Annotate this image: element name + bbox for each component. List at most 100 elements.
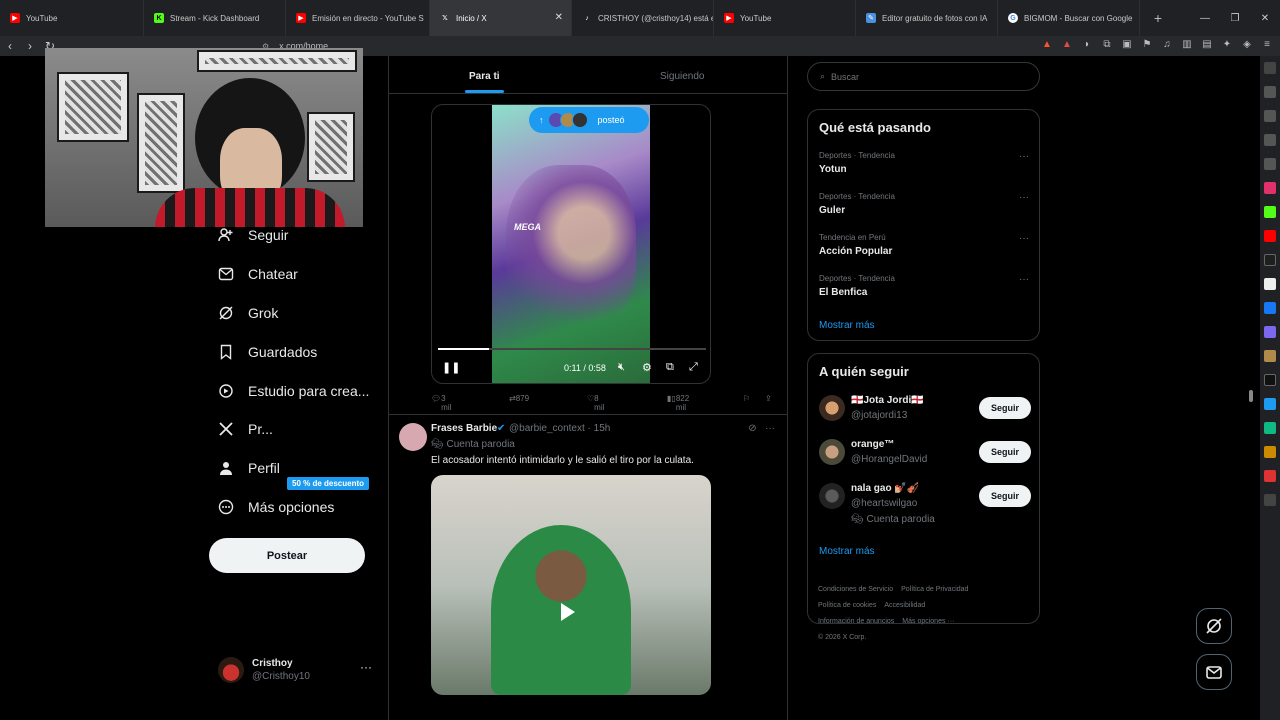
- footer-link[interactable]: Información de anuncios: [818, 618, 894, 625]
- minimize-icon[interactable]: —: [1190, 13, 1220, 24]
- like-button[interactable]: ♡ 8 mil: [587, 394, 604, 412]
- trend-item[interactable]: Tendencia en Perú Acción Popular ···: [819, 233, 1031, 267]
- grok-icon[interactable]: ⊘: [748, 423, 756, 434]
- footer-link[interactable]: Política de cookies: [818, 602, 876, 609]
- nav-item-chatear[interactable]: Chatear: [218, 260, 298, 288]
- sidebar-app-icon[interactable]: [1264, 398, 1276, 410]
- sidebar-app-icon[interactable]: [1264, 446, 1276, 458]
- tweet-menu[interactable]: ⊘ ···: [748, 423, 775, 434]
- tab-siguiendo[interactable]: Siguiendo: [660, 71, 704, 82]
- avatar[interactable]: [399, 423, 427, 451]
- more-dots-icon[interactable]: ···: [1019, 274, 1029, 285]
- instagram-icon[interactable]: [1264, 182, 1276, 194]
- sidebar-app-icon[interactable]: [1264, 134, 1276, 146]
- extensions-icon[interactable]: ⧉: [1100, 38, 1114, 52]
- messages-fab[interactable]: [1196, 654, 1232, 690]
- tab-kick[interactable]: K Stream - Kick Dashboard: [144, 0, 286, 36]
- sidebar-app-icon[interactable]: [1264, 422, 1276, 434]
- sidebar-app-icon[interactable]: [1264, 470, 1276, 482]
- sidebar-app-icon[interactable]: [1264, 86, 1276, 98]
- tab-google-search[interactable]: G BIGMOM - Buscar con Google: [998, 0, 1140, 36]
- follow-suggestion[interactable]: 🏴󠁧󠁢󠁥󠁮󠁧󠁿Jota Jordi🏴󠁧󠁢󠁥󠁮󠁧󠁿 @jotajordi13 Se…: [819, 395, 1031, 435]
- reply-button[interactable]: 💬︎ 3 mil: [431, 394, 451, 412]
- new-tab-button[interactable]: +: [1146, 10, 1170, 26]
- show-more-follows[interactable]: Mostrar más: [819, 546, 875, 557]
- tweet-author-name[interactable]: Frases Barbie: [431, 423, 497, 434]
- reposted-pill[interactable]: ↑ posteó: [529, 107, 649, 133]
- tab-youtube-live[interactable]: ▶ Emisión en directo - YouTube S: [286, 0, 430, 36]
- more-dots-icon[interactable]: ···: [765, 423, 775, 434]
- tab-x-home[interactable]: 𝕏 Inicio / X ✕: [430, 0, 572, 36]
- tab-tiktok[interactable]: ♪ CRISTHOY (@cristhoy14) está e: [572, 0, 714, 36]
- nav-item-estudio[interactable]: Estudio para crea...: [218, 377, 369, 405]
- trend-item[interactable]: Deportes · Tendencia El Benfica ···: [819, 274, 1031, 308]
- facebook-icon[interactable]: [1264, 302, 1276, 314]
- post-button[interactable]: Postear: [209, 538, 365, 573]
- nav-item-premium[interactable]: Pr...: [218, 415, 273, 443]
- more-dots-icon[interactable]: ···: [360, 660, 372, 674]
- rewards-icon[interactable]: ▲: [1060, 38, 1074, 52]
- screenshot-icon[interactable]: ▣: [1120, 38, 1134, 52]
- tweet[interactable]: Frases Barbie ✔ @barbie_context · 15h ⊘ …: [389, 414, 787, 695]
- search-input[interactable]: [831, 71, 1012, 82]
- follow-button[interactable]: Seguir: [979, 485, 1031, 507]
- more-dots-icon[interactable]: ···: [1019, 233, 1029, 244]
- show-more-trends[interactable]: Mostrar más: [819, 320, 875, 331]
- url-field[interactable]: ⚙ x.com/home: [262, 39, 982, 53]
- video-player[interactable]: MEGA ↑ posteó ❚❚ 0:11 / 0:58 🔇︎ ⚙ ⧉ ⤢: [431, 104, 711, 384]
- grok-fab[interactable]: [1196, 608, 1232, 644]
- youtube-icon[interactable]: [1264, 230, 1276, 242]
- scrollbar-thumb[interactable]: [1249, 390, 1253, 402]
- menu-icon[interactable]: ≡: [1260, 38, 1274, 52]
- bookmarks-icon[interactable]: ⚑: [1140, 38, 1154, 52]
- settings-icon[interactable]: ⚙: [642, 361, 652, 374]
- speedreader-icon[interactable]: ◗: [1080, 38, 1094, 52]
- sidebar-app-icon[interactable]: [1264, 494, 1276, 506]
- m-app-icon[interactable]: [1264, 254, 1276, 266]
- footer-link[interactable]: Condiciones de Servicio: [818, 586, 893, 593]
- views-button[interactable]: ▮▯ 822 mil: [667, 394, 689, 412]
- fullscreen-icon[interactable]: ⤢: [689, 361, 698, 374]
- music-icon[interactable]: ♫: [1160, 38, 1174, 52]
- follow-button[interactable]: Seguir: [979, 397, 1031, 419]
- sidebar-app-icon[interactable]: [1264, 62, 1276, 74]
- account-switcher[interactable]: Cristhoy @Cristhoy10 ···: [218, 652, 378, 688]
- x-icon[interactable]: [1264, 278, 1276, 290]
- nav-item-grok[interactable]: Grok: [218, 299, 278, 327]
- footer-link[interactable]: Accesibilidad: [884, 602, 925, 609]
- trend-item[interactable]: Deportes · Tendencia Guler ···: [819, 192, 1031, 226]
- footer-link[interactable]: Política de Privacidad: [901, 586, 968, 593]
- video-progress-bar[interactable]: [438, 348, 706, 350]
- nav-item-perfil[interactable]: Perfil: [218, 454, 280, 482]
- more-dots-icon[interactable]: ···: [1019, 192, 1029, 203]
- bookmark-icon[interactable]: ⚐: [743, 394, 750, 403]
- sidebar-app-icon[interactable]: [1264, 326, 1276, 338]
- sidebar-app-icon[interactable]: [1264, 158, 1276, 170]
- play-icon[interactable]: [561, 603, 575, 621]
- sidebar-toggle-icon[interactable]: ▥: [1180, 38, 1194, 52]
- tweet-author-handle[interactable]: @barbie_context · 15h: [509, 423, 610, 434]
- footer-link[interactable]: Más opciones ···: [902, 618, 954, 625]
- pause-icon[interactable]: ❚❚: [442, 361, 460, 374]
- restore-icon[interactable]: ❐: [1220, 13, 1250, 24]
- forward-icon[interactable]: ›: [20, 39, 40, 53]
- wallet-icon[interactable]: ▤: [1200, 38, 1214, 52]
- more-dots-icon[interactable]: ···: [1019, 151, 1029, 162]
- tab-youtube-1[interactable]: ▶ YouTube: [0, 0, 144, 36]
- back-icon[interactable]: ‹: [0, 39, 20, 53]
- repost-button[interactable]: ⇄ 879: [509, 394, 529, 403]
- page-scrollbar[interactable]: [1247, 56, 1255, 692]
- mute-icon[interactable]: 🔇︎: [618, 361, 625, 374]
- tab-youtube-2[interactable]: ▶ YouTube: [714, 0, 856, 36]
- picture-in-picture-icon[interactable]: ⧉: [666, 361, 674, 374]
- leo-icon[interactable]: ✦: [1220, 38, 1234, 52]
- close-window-icon[interactable]: ✕: [1250, 13, 1280, 24]
- kick-icon[interactable]: [1264, 206, 1276, 218]
- follow-suggestion[interactable]: nala gao 💅🏼🎻 @heartswilgao 🎭︎ Cuenta par…: [819, 483, 1031, 525]
- close-icon[interactable]: ✕: [555, 12, 563, 23]
- sidebar-app-icon[interactable]: [1264, 110, 1276, 122]
- follow-suggestion[interactable]: orange™ @HorangelDavid Seguir: [819, 439, 1031, 479]
- tweet-video[interactable]: [431, 475, 711, 695]
- vpn-icon[interactable]: ◈: [1240, 38, 1254, 52]
- tiktok-icon[interactable]: [1264, 374, 1276, 386]
